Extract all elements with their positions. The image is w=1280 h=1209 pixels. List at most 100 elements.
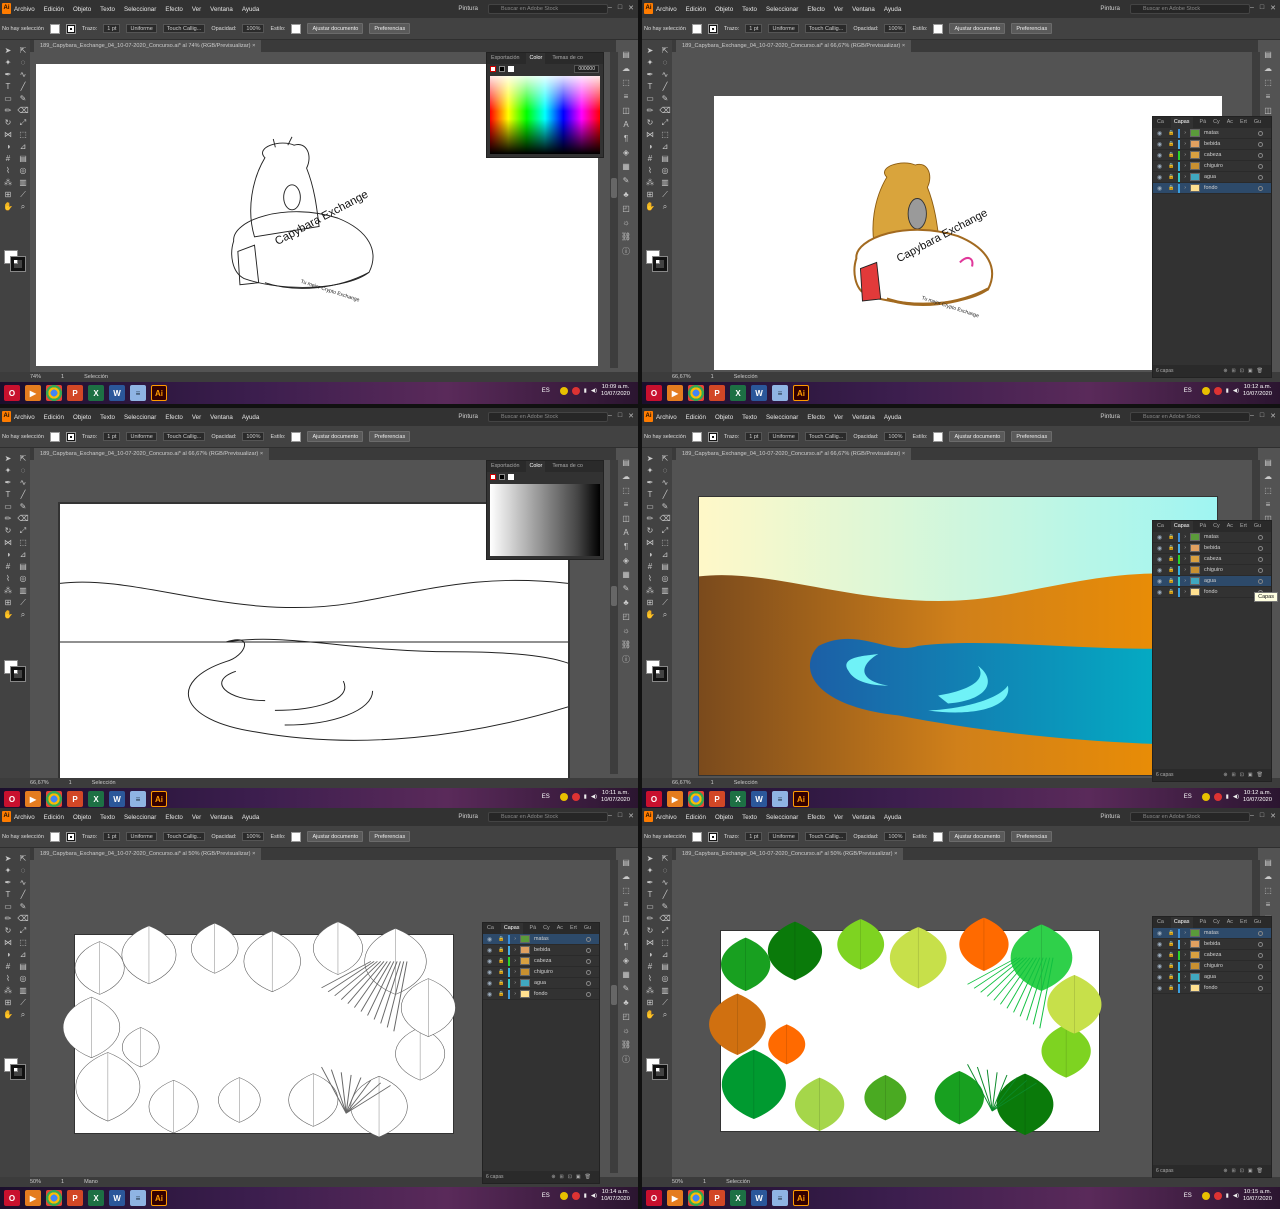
pen-tool-icon[interactable]: ✒ [644,878,656,888]
menu-item-ver[interactable]: Ver [834,414,843,421]
selection-tool-icon[interactable]: ➤ [644,46,656,56]
layer-row-chiguiro[interactable]: ◉ 🔒 › chiguiro [1153,961,1271,972]
tray-security-icon[interactable] [1213,793,1222,801]
lock-icon[interactable]: 🔒 [498,947,504,953]
layer-target-icon[interactable] [1258,974,1263,980]
menu-item-texto[interactable]: Texto [100,814,115,821]
menu-item-objeto[interactable]: Objeto [73,6,91,13]
graph-tool-icon[interactable]: ▥ [17,586,29,596]
visibility-eye-icon[interactable]: ◉ [487,958,494,965]
excel-icon[interactable]: X [88,1190,104,1206]
color-panel-tab-0[interactable]: Exportación [491,461,519,472]
artboard-number[interactable]: 1 [69,780,72,786]
layer-target-icon[interactable] [1258,952,1263,958]
layer-row-matas[interactable]: ◉ 🔒 › matas [1153,128,1271,139]
menu-item-ventana[interactable]: Ventana [210,6,233,13]
menu-item-seleccionar[interactable]: Seleccionar [124,814,156,821]
swatches-icon[interactable]: ▦ [622,970,630,979]
artboard-number[interactable]: 1 [703,1179,706,1185]
shape-builder-icon[interactable]: ◑ [644,550,656,560]
document-tab[interactable]: 189_Capybara_Exchange_04_10-07-2020_Conc… [34,40,262,52]
graphic-styles-icon[interactable]: ◰ [622,204,630,213]
maximize-icon[interactable]: □ [618,4,622,12]
maximize-icon[interactable]: □ [1260,4,1264,12]
notepad-icon[interactable]: ≡ [130,385,146,401]
fill-stroke-indicator[interactable] [646,250,668,272]
clock[interactable]: 10:11 a.m. 10/07/2020 [601,790,630,804]
symbol-sprayer-icon[interactable]: ⁂ [644,986,656,996]
stroke-swatch[interactable] [65,23,76,34]
style-swatch[interactable] [933,23,944,34]
layers-panel-tab-3[interactable]: Cy [543,923,550,934]
chrome-icon[interactable] [688,1190,704,1206]
layer-row-cabeza[interactable]: ◉ 🔒 › cabeza [1153,554,1271,565]
opacity-field[interactable]: 100% [242,832,265,841]
brush-select[interactable]: Touch Callig... [804,432,848,441]
expand-chevron-icon[interactable]: › [1184,952,1186,958]
media-player-icon[interactable]: ▶ [25,385,41,401]
clock[interactable]: 10:12 a.m. 10/07/2020 [1243,384,1272,398]
menu-item-ayuda[interactable]: Ayuda [242,6,259,13]
volume-icon[interactable]: ◀) [1233,388,1239,394]
perspective-icon[interactable]: ⊿ [17,950,29,960]
graphic-styles-icon[interactable]: ◰ [622,1012,630,1021]
scale-tool-icon[interactable]: ⤢ [659,118,671,128]
notepad-icon[interactable]: ≡ [772,385,788,401]
hand-tool-icon[interactable]: ✋ [2,202,14,212]
stroke-swatch[interactable] [65,431,76,442]
visibility-eye-icon[interactable]: ◉ [1157,141,1164,148]
scale-tool-icon[interactable]: ⤢ [17,526,29,536]
layer-target-icon[interactable] [1258,152,1263,158]
menu-item-ventana[interactable]: Ventana [852,6,875,13]
layers-panel-tab-0[interactable]: Ca [1157,117,1164,128]
document-tab[interactable]: 189_Capybara_Exchange_04_10-07-2020_Conc… [34,448,270,460]
appearance-icon[interactable]: ☼ [622,218,629,227]
layer-target-icon[interactable] [586,958,591,964]
magic-wand-icon[interactable]: ✦ [2,866,14,876]
gradient-tool-icon[interactable]: ▤ [659,154,671,164]
visibility-eye-icon[interactable]: ◉ [1157,556,1164,563]
chrome-icon[interactable] [46,791,62,807]
properties-icon[interactable]: ▤ [1264,50,1272,59]
menu-item-edicion[interactable]: Edición [44,814,64,821]
word-icon[interactable]: W [109,791,125,807]
layers-panel-tab-6[interactable]: Gu [1254,521,1261,532]
slice-tool-icon[interactable]: ⟋ [659,998,671,1008]
selection-tool-icon[interactable]: ➤ [2,46,14,56]
paintbrush-icon[interactable]: ✎ [659,902,671,912]
document-tab[interactable]: 189_Capybara_Exchange_04_10-07-2020_Conc… [676,40,912,52]
word-icon[interactable]: W [751,791,767,807]
expand-chevron-icon[interactable]: › [1184,174,1186,180]
direct-selection-tool-icon[interactable]: ⇱ [659,854,671,864]
fit-document-button[interactable]: Ajustar documento [949,831,1006,842]
layer-target-icon[interactable] [1258,963,1263,969]
visibility-eye-icon[interactable]: ◉ [1157,567,1164,574]
layer-row-bebida[interactable]: ◉ 🔒 › bebida [483,945,599,956]
menu-item-ver[interactable]: Ver [192,414,201,421]
stroke-profile-select[interactable]: Uniforme [126,832,157,841]
direct-selection-tool-icon[interactable]: ⇱ [659,46,671,56]
slice-tool-icon[interactable]: ⟋ [17,190,29,200]
links-icon[interactable]: ⛓ [621,232,631,241]
expand-chevron-icon[interactable]: › [1184,534,1186,540]
lock-icon[interactable]: 🔒 [1168,130,1174,136]
document-tab[interactable]: 189_Capybara_Exchange_04_10-07-2020_Conc… [676,848,904,860]
scale-tool-icon[interactable]: ⤢ [659,926,671,936]
tray-security-icon[interactable] [571,387,580,395]
volume-icon[interactable]: ◀) [591,388,597,394]
opera-icon[interactable]: O [4,1190,20,1206]
menu-item-edicion[interactable]: Edición [686,814,706,821]
menu-item-seleccionar[interactable]: Seleccionar [124,414,156,421]
layers-panel-tab-5[interactable]: Ert [570,923,577,934]
zoom-tool-icon[interactable]: ⌕ [17,1010,29,1020]
close-icon[interactable]: ✕ [628,812,634,820]
eyedropper-icon[interactable]: ⌇ [644,574,656,584]
minimize-icon[interactable]: – [608,412,612,420]
maximize-icon[interactable]: □ [1260,812,1264,820]
hand-tool-icon[interactable]: ✋ [644,202,656,212]
excel-icon[interactable]: X [88,385,104,401]
shape-builder-icon[interactable]: ◑ [2,950,14,960]
menu-item-ver[interactable]: Ver [192,6,201,13]
line-tool-icon[interactable]: ╱ [659,490,671,500]
stroke-profile-select[interactable]: Uniforme [768,832,799,841]
